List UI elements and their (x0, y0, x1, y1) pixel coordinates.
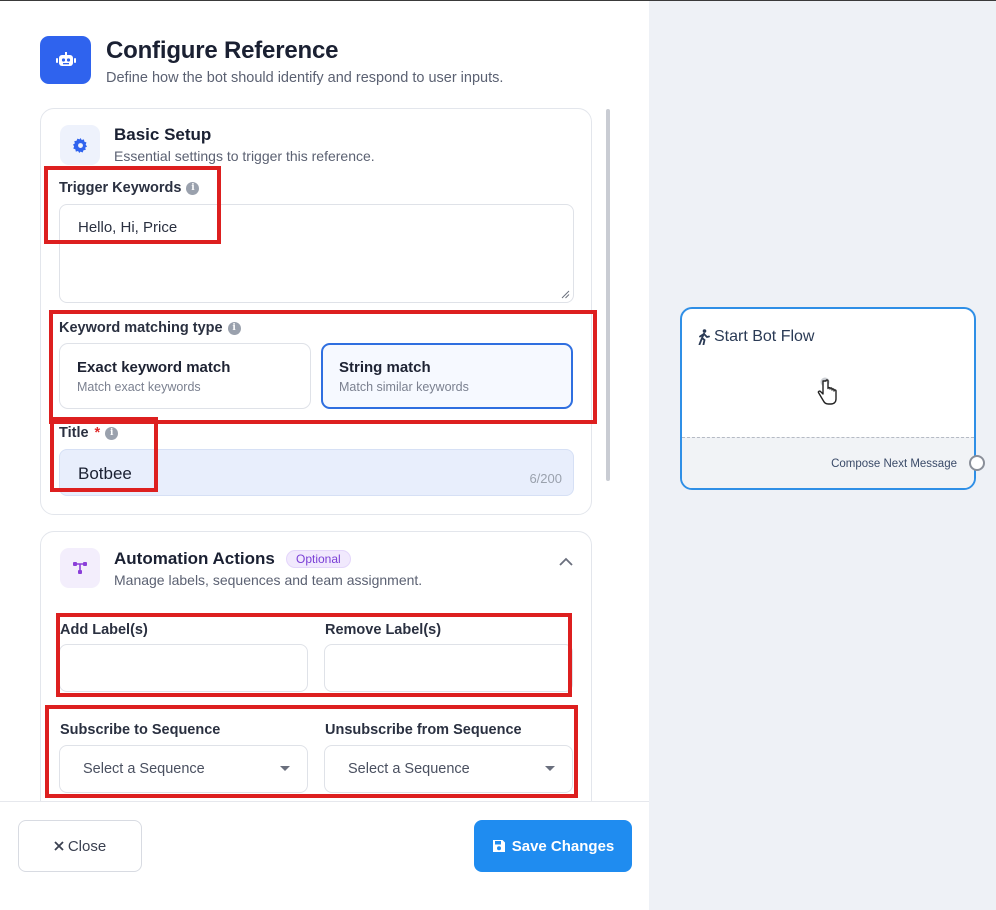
node-title: Start Bot Flow (697, 328, 814, 346)
flow-icon (60, 548, 100, 588)
remove-labels-input[interactable] (324, 644, 573, 692)
page-title: Configure Reference (106, 37, 339, 64)
character-counter: 6/200 (529, 471, 562, 486)
remove-labels-label: Remove Label(s) (325, 622, 442, 638)
automation-actions-subtitle: Manage labels, sequences and team assign… (114, 572, 423, 588)
node-footer: Compose Next Message (682, 437, 974, 488)
walking-person-icon (698, 329, 710, 345)
trigger-keywords-label: Trigger Keywords i (59, 180, 200, 196)
hand-cursor-icon (817, 377, 837, 405)
exact-keyword-match-option[interactable]: Exact keyword match Match exact keywords (59, 343, 311, 409)
subscribe-sequence-label: Subscribe to Sequence (60, 722, 221, 738)
basic-setup-subtitle: Essential settings to trigger this refer… (114, 148, 375, 164)
info-icon[interactable]: i (105, 426, 119, 440)
basic-setup-title: Basic Setup (114, 125, 212, 144)
robot-icon (40, 36, 91, 84)
trigger-keywords-input[interactable]: Hello, Hi, Price (59, 204, 574, 303)
compose-next-message-link[interactable]: Compose Next Message (831, 458, 957, 470)
unsubscribe-sequence-label: Unsubscribe from Sequence (325, 722, 522, 738)
title-label: Title * i (59, 425, 119, 441)
chevron-up-icon[interactable] (559, 557, 573, 566)
automation-actions-title: Automation Actions (114, 549, 275, 568)
automation-actions-card: Automation Actions Optional Manage label… (40, 531, 592, 801)
add-labels-input[interactable] (59, 644, 308, 692)
basic-setup-card: Basic Setup Essential settings to trigge… (40, 108, 592, 515)
close-icon (54, 841, 64, 851)
scrollbar-thumb[interactable] (606, 109, 610, 481)
required-mark: * (94, 425, 101, 441)
form-scroll-area[interactable]: Basic Setup Essential settings to trigge… (0, 101, 649, 801)
matching-type-label: Keyword matching type i (59, 320, 241, 336)
configure-reference-panel: Configure Reference Define how the bot s… (0, 1, 649, 910)
add-labels-label: Add Label(s) (60, 622, 148, 638)
caret-down-icon (280, 766, 290, 771)
info-icon[interactable]: i (227, 321, 241, 335)
caret-down-icon (545, 766, 555, 771)
save-changes-button[interactable]: Save Changes (474, 820, 632, 872)
info-icon[interactable]: i (186, 181, 200, 195)
optional-badge: Optional (286, 550, 351, 568)
unsubscribe-sequence-select[interactable]: Select a Sequence (324, 745, 573, 793)
close-button[interactable]: Close (18, 820, 142, 872)
node-output-port[interactable] (969, 455, 985, 471)
start-bot-flow-node[interactable]: Start Bot Flow Compose Next Message (680, 307, 985, 490)
panel-footer: Close Save Changes (0, 801, 649, 910)
subscribe-sequence-select[interactable]: Select a Sequence (59, 745, 308, 793)
floppy-disk-icon (492, 840, 505, 852)
string-match-option[interactable]: String match Match similar keywords (321, 343, 573, 409)
title-input[interactable]: Botbee 6/200 (59, 449, 574, 496)
resize-grip-icon[interactable] (561, 290, 570, 299)
page-subtitle: Define how the bot should identify and r… (106, 70, 504, 86)
gear-icon (60, 125, 100, 165)
